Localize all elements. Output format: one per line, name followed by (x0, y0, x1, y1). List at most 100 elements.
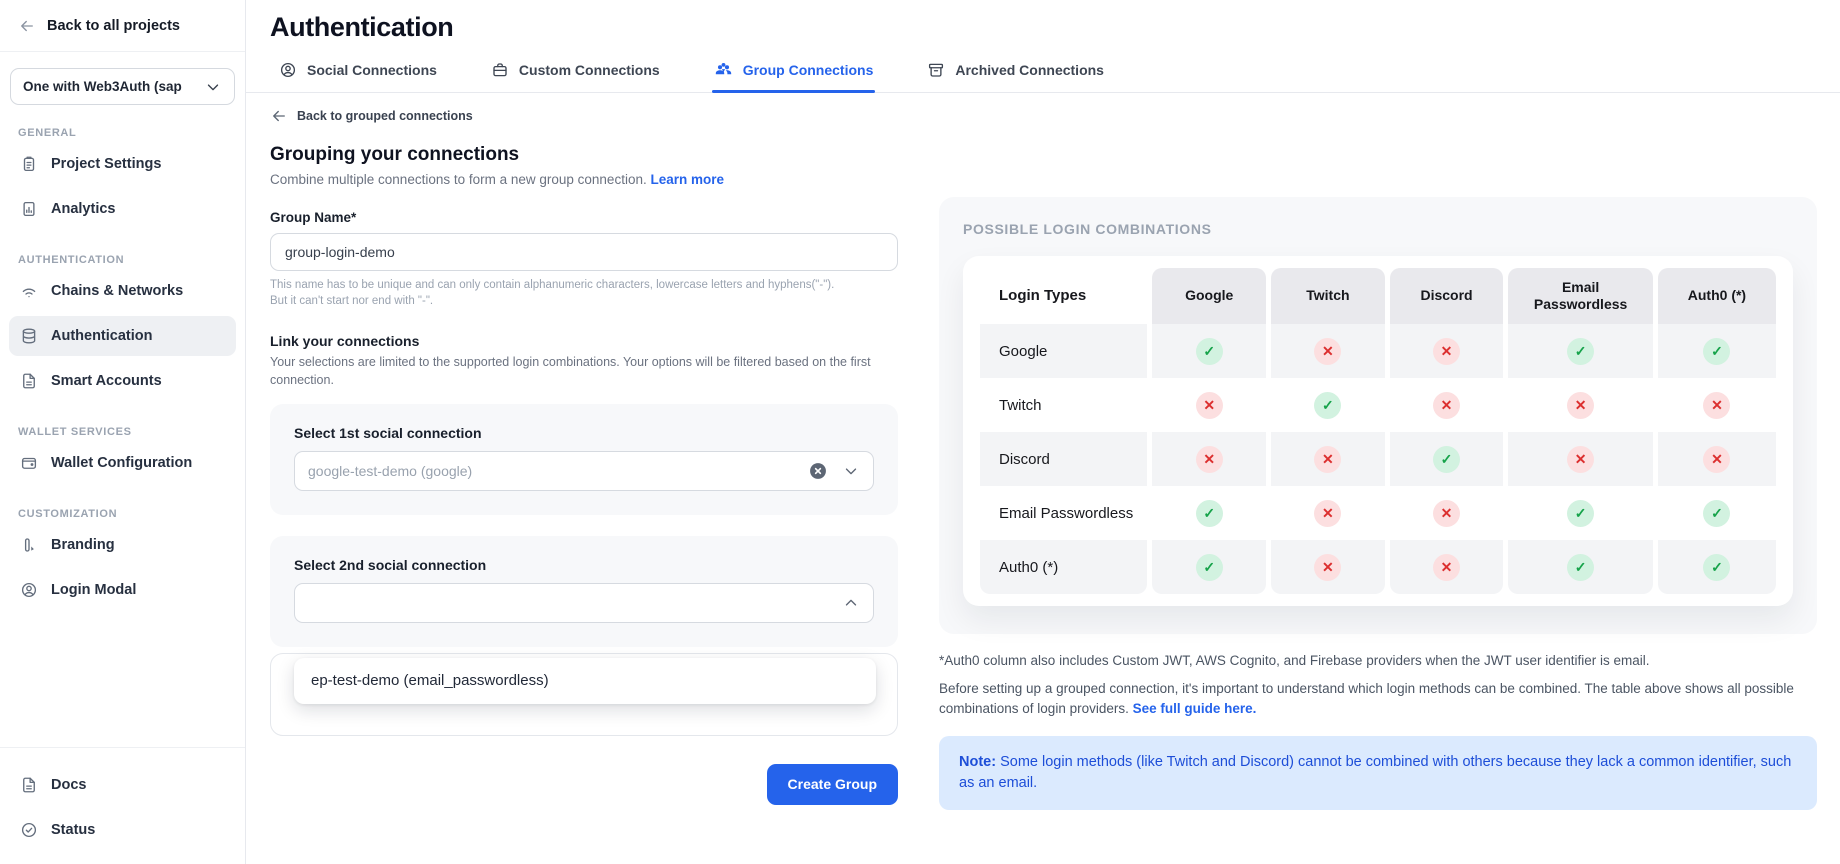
sidebar-item-label: Docs (51, 777, 86, 793)
cross-icon: ✕ (1703, 446, 1730, 473)
table-row: Discord✕✕✓✕✕ (980, 432, 1776, 486)
form-subtitle: Combine multiple connections to form a n… (270, 172, 898, 187)
tab-social-connections[interactable]: Social Connections (277, 60, 439, 92)
chevron-down-icon (842, 462, 860, 480)
dropdown-option[interactable]: ep-test-demo (email_passwordless) (294, 658, 876, 704)
combination-cell: ✕ (1152, 378, 1266, 432)
column-header-login-types: Login Types (980, 268, 1147, 324)
sidebar-item-login-modal[interactable]: Login Modal (9, 570, 236, 610)
project-selector[interactable]: One with Web3Auth (sap (10, 68, 235, 105)
note-text: Some login methods (like Twitch and Disc… (959, 754, 1791, 791)
note-label: Note: (959, 754, 996, 770)
back-to-projects-link[interactable]: Back to all projects (0, 0, 245, 52)
tab-custom-connections[interactable]: Custom Connections (489, 60, 662, 92)
page-title: Authentication (270, 12, 1840, 43)
sidebar-item-status[interactable]: Status (9, 810, 236, 850)
row-label-discord: Discord (980, 432, 1147, 486)
users-icon (714, 60, 733, 79)
combinations-table-head: Login TypesGoogleTwitchDiscordEmail Pass… (980, 268, 1776, 324)
second-connection-select[interactable] (294, 583, 874, 623)
note-box: Note: Some login methods (like Twitch an… (939, 736, 1817, 810)
column-header-discord: Discord (1390, 268, 1504, 324)
check-icon: ✓ (1196, 338, 1223, 365)
learn-more-link[interactable]: Learn more (650, 172, 724, 187)
sidebar-item-smart-accounts[interactable]: Smart Accounts (9, 361, 236, 401)
check-icon: ✓ (1567, 500, 1594, 527)
combination-cell: ✓ (1152, 324, 1266, 378)
sidebar-item-chains-networks[interactable]: Chains & Networks (9, 271, 236, 311)
group-name-helper-line1: This name has to be unique and can only … (270, 278, 898, 294)
combination-cell: ✓ (1390, 432, 1504, 486)
arrow-left-icon (18, 17, 36, 35)
combinations-heading: POSSIBLE LOGIN COMBINATIONS (963, 221, 1793, 237)
tab-archived-connections[interactable]: Archived Connections (925, 60, 1106, 92)
combination-cell: ✓ (1658, 324, 1776, 378)
row-label-auth0: Auth0 (*) (980, 540, 1147, 594)
row-label-email-passwordless: Email Passwordless (980, 486, 1147, 540)
link-connections-description: Your selections are limited to the suppo… (270, 354, 898, 390)
tab-label: Custom Connections (519, 62, 660, 78)
sidebar-item-wallet-configuration[interactable]: Wallet Configuration (9, 443, 236, 483)
tab-bar: Social Connections Custom Connections Grou… (246, 60, 1840, 93)
archive-icon (927, 61, 945, 79)
check-icon: ✓ (1196, 554, 1223, 581)
sidebar-section-label-customization: CUSTOMIZATION (18, 508, 227, 520)
file-icon (20, 776, 38, 794)
cross-icon: ✕ (1433, 338, 1460, 365)
briefcase-icon (491, 61, 509, 79)
sidebar-item-label: Status (51, 822, 95, 838)
sidebar-item-label: Authentication (51, 328, 153, 344)
sidebar-section-label-authentication: AUTHENTICATION (18, 254, 227, 266)
back-to-grouped-connections-link[interactable]: Back to grouped connections (270, 107, 898, 125)
check-icon: ✓ (1703, 338, 1730, 365)
combination-cell: ✕ (1152, 432, 1266, 486)
cross-icon: ✕ (1433, 554, 1460, 581)
combination-cell: ✕ (1271, 324, 1385, 378)
combination-cell: ✕ (1390, 486, 1504, 540)
group-name-helper: This name has to be unique and can only … (270, 278, 898, 309)
group-name-input[interactable] (270, 233, 898, 271)
cross-icon: ✕ (1314, 554, 1341, 581)
full-guide-link[interactable]: See full guide here. (1133, 701, 1257, 716)
sidebar-item-label: Smart Accounts (51, 373, 162, 389)
cross-icon: ✕ (1703, 392, 1730, 419)
check-circle-icon (20, 821, 38, 839)
sidebar-item-project-settings[interactable]: Project Settings (9, 144, 236, 184)
combination-cell: ✕ (1390, 324, 1504, 378)
combination-cell: ✕ (1508, 432, 1653, 486)
create-group-button[interactable]: Create Group (767, 764, 898, 805)
first-connection-label: Select 1st social connection (294, 425, 874, 441)
app-window: Back to all projects One with Web3Auth (… (0, 0, 1840, 864)
table-row: Twitch✕✓✕✕✕ (980, 378, 1776, 432)
column-header-twitch: Twitch (1271, 268, 1385, 324)
combination-cell: ✓ (1152, 540, 1266, 594)
tab-group-connections[interactable]: Group Connections (712, 60, 876, 92)
combination-cell: ✓ (1658, 486, 1776, 540)
first-connection-card: Select 1st social connection google-test… (270, 404, 898, 515)
clear-selection-icon[interactable] (808, 461, 828, 481)
sidebar-item-docs[interactable]: Docs (9, 765, 236, 805)
cross-icon: ✕ (1433, 392, 1460, 419)
cross-icon: ✕ (1314, 446, 1341, 473)
check-icon: ✓ (1703, 500, 1730, 527)
combinations-table: Login TypesGoogleTwitchDiscordEmail Pass… (975, 268, 1781, 594)
table-row: Email Passwordless✓✕✕✓✓ (980, 486, 1776, 540)
first-connection-select[interactable]: google-test-demo (google) (294, 451, 874, 491)
cross-icon: ✕ (1567, 446, 1594, 473)
sidebar-item-authentication[interactable]: Authentication (9, 316, 236, 356)
second-connection-label: Select 2nd social connection (294, 557, 874, 573)
clipboard-icon (20, 155, 38, 173)
sidebar-item-branding[interactable]: Branding (9, 525, 236, 565)
group-name-helper-line2: But it can't start nor end with "-". (270, 294, 898, 310)
combination-cell: ✓ (1152, 486, 1266, 540)
cross-icon: ✕ (1314, 500, 1341, 527)
wallet-icon (20, 454, 38, 472)
sidebar-item-analytics[interactable]: Analytics (9, 189, 236, 229)
second-connection-card: Select 2nd social connection ep-test-dem… (270, 536, 898, 647)
sidebar-section-label-general: GENERAL (18, 127, 227, 139)
combination-cell: ✓ (1658, 540, 1776, 594)
cross-icon: ✕ (1433, 500, 1460, 527)
table-row: Google✓✕✕✓✓ (980, 324, 1776, 378)
back-to-projects-label: Back to all projects (47, 18, 180, 34)
sidebar-item-label: Login Modal (51, 582, 136, 598)
